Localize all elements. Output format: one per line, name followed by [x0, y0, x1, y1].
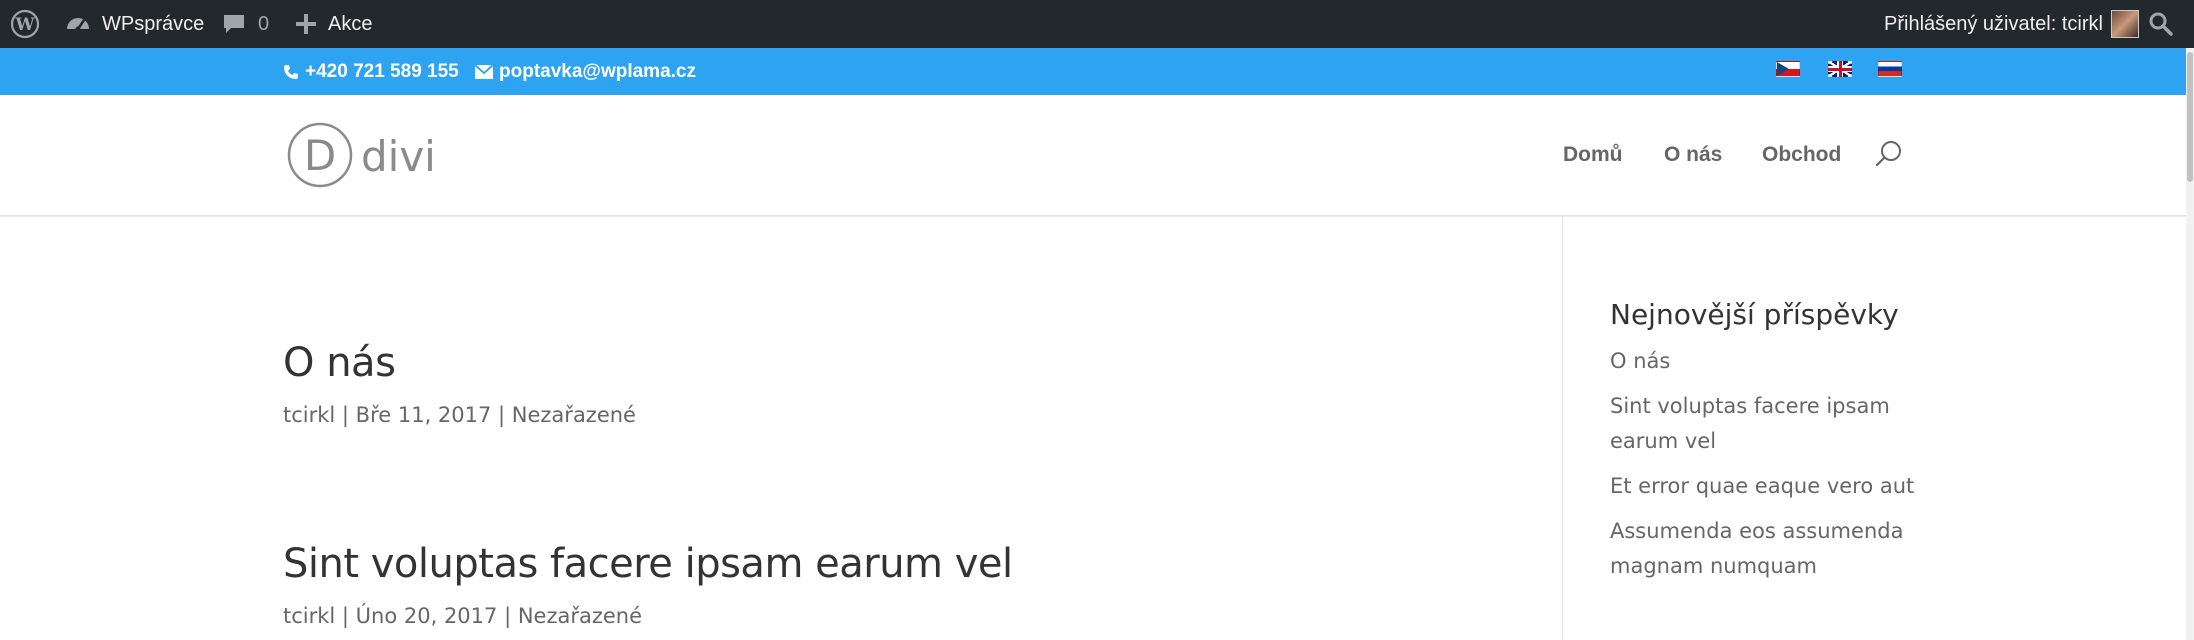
phone-icon — [283, 64, 299, 80]
phone-contact: +420 721 589 155 — [283, 48, 459, 95]
site-name-menu[interactable]: WPsprávce — [64, 0, 204, 48]
logo-text: divi — [361, 132, 436, 181]
recent-post-link[interactable]: O nás — [1610, 344, 1930, 379]
new-content-menu[interactable]: Akce — [294, 0, 372, 48]
wordpress-logo-icon: W — [10, 9, 40, 39]
site-name-label: WPsprávce — [102, 12, 205, 35]
user-account-menu[interactable]: Přihlášený uživatel: tcirkl — [1884, 0, 2139, 48]
logo-letter: D — [304, 131, 336, 180]
comment-icon — [222, 12, 246, 36]
plus-icon — [294, 12, 318, 36]
search-icon — [2148, 11, 2174, 37]
admin-search[interactable] — [2148, 0, 2174, 48]
nav-link-about[interactable]: O nás — [1664, 95, 1722, 215]
comments-count: 0 — [258, 12, 270, 35]
widget-title-recent-posts: Nejnovější příspěvky — [1610, 298, 1899, 331]
post-title-link[interactable]: Sint voluptas facere ipsam earum vel — [283, 541, 1013, 587]
recent-post-link[interactable]: Et error quae eaque vero aut — [1610, 469, 1930, 504]
post-meta: tcirkl | Bře 11, 2017 | Nezařazené — [283, 403, 636, 427]
nav-link-shop[interactable]: Obchod — [1762, 95, 1841, 215]
sidebar-divider — [1562, 216, 1563, 640]
flag-russian-icon[interactable] — [1878, 61, 1902, 77]
main-header: D divi Domů O nás Obchod — [0, 95, 2186, 216]
flag-english-icon[interactable] — [1828, 61, 1852, 77]
scrollbar-thumb[interactable] — [2187, 52, 2193, 182]
top-header-bar: +420 721 589 155 poptavka@wplama.cz — [0, 48, 2194, 95]
admin-bar: W WPsprávce 0 Akce Přihlášený uživatel: … — [0, 0, 2194, 48]
recent-post-link[interactable]: Sint voluptas facere ipsam earum vel — [1610, 389, 1930, 459]
wordpress-menu[interactable]: W — [10, 0, 40, 48]
page-scrollbar[interactable] — [2186, 48, 2194, 640]
search-icon[interactable] — [1874, 139, 1904, 169]
post-meta: tcirkl | Úno 20, 2017 | Nezařazené — [283, 604, 643, 628]
site-logo[interactable]: D divi — [287, 120, 437, 190]
user-greeting: Přihlášený uživatel: tcirkl — [1884, 12, 2103, 35]
dashboard-icon — [64, 10, 92, 38]
recent-post-link[interactable]: Assumenda eos assumenda magnam numquam — [1610, 514, 1930, 584]
new-content-label: Akce — [328, 12, 373, 35]
comments-menu[interactable]: 0 — [222, 0, 269, 48]
phone-number: +420 721 589 155 — [305, 60, 459, 82]
email-contact[interactable]: poptavka@wplama.cz — [475, 48, 696, 95]
avatar — [2110, 10, 2139, 38]
email-address: poptavka@wplama.cz — [499, 60, 696, 82]
email-icon — [475, 64, 493, 79]
flag-czech-icon[interactable] — [1776, 61, 1800, 77]
svg-text:W: W — [14, 15, 35, 35]
recent-posts-list: O nás Sint voluptas facere ipsam earum v… — [1610, 344, 1930, 594]
nav-link-home[interactable]: Domů — [1563, 95, 1623, 215]
post-title-link[interactable]: O nás — [283, 340, 396, 386]
